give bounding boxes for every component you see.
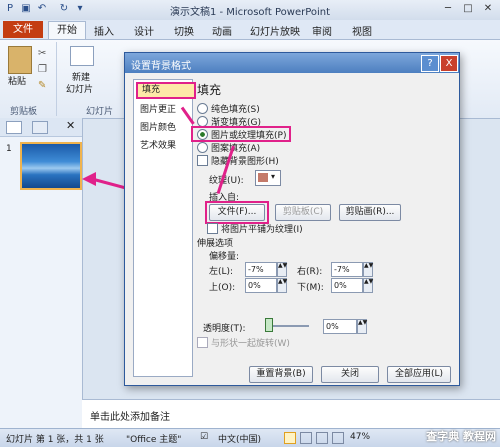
- tab-slideshow[interactable]: 幻灯片放映: [250, 23, 300, 38]
- group-divider: [56, 42, 57, 116]
- right-offset-spinner[interactable]: ▲▼: [363, 262, 373, 277]
- normal-view-icon[interactable]: [284, 432, 296, 444]
- texture-label: 纹理(U):: [209, 176, 244, 186]
- language[interactable]: 中文(中国): [218, 432, 261, 445]
- clipboard-button[interactable]: 剪贴板(C): [275, 204, 331, 221]
- nav-fill[interactable]: 填充: [136, 82, 196, 99]
- slides-tab-icon[interactable]: [6, 121, 22, 134]
- theme-name: "Office 主题": [126, 435, 182, 445]
- clipboard-group-label: 剪贴板: [10, 107, 38, 117]
- pattern-fill-radio[interactable]: [197, 142, 208, 153]
- transparency-field[interactable]: 0%: [323, 319, 357, 334]
- tab-home[interactable]: 开始: [48, 21, 86, 39]
- format-painter-icon[interactable]: ✎: [38, 80, 46, 91]
- tab-view[interactable]: 视图: [352, 23, 372, 38]
- transparency-spinner[interactable]: ▲▼: [357, 319, 367, 334]
- tile-label: 将图片平铺为纹理(I): [221, 225, 303, 235]
- reset-background-button[interactable]: 重置背景(B): [249, 366, 313, 383]
- tab-animations[interactable]: 动画: [212, 23, 232, 38]
- solid-fill-radio[interactable]: [197, 103, 208, 114]
- transparency-slider-thumb[interactable]: [265, 318, 273, 332]
- top-offset-spinner[interactable]: ▲▼: [277, 278, 287, 293]
- close-window-icon[interactable]: ✕: [480, 2, 496, 16]
- slide-thumbnail[interactable]: [20, 142, 82, 190]
- slide-number: 1: [6, 144, 12, 154]
- hide-bg-checkbox[interactable]: [197, 155, 208, 166]
- cut-icon[interactable]: ✂: [38, 48, 46, 59]
- hide-bg-label: 隐藏背景图形(H): [211, 157, 279, 167]
- slideshow-view-icon[interactable]: [332, 432, 344, 444]
- slides-group-label: 幻灯片: [86, 107, 114, 117]
- reading-view-icon[interactable]: [316, 432, 328, 444]
- nav-artistic-effects[interactable]: 艺术效果: [136, 138, 192, 154]
- picture-fill-label: 图片或纹理填充(P): [211, 131, 287, 141]
- copy-icon[interactable]: ❐: [38, 64, 47, 75]
- offset-label: 偏移量:: [209, 252, 240, 262]
- close-button[interactable]: 关闭: [321, 366, 379, 383]
- pattern-fill-label: 图案填充(A): [211, 144, 261, 154]
- stretch-label: 伸展选项: [197, 239, 234, 249]
- minimize-icon[interactable]: ─: [440, 2, 456, 16]
- close-panel-icon[interactable]: ✕: [66, 119, 75, 132]
- tab-file[interactable]: 文件: [3, 21, 43, 38]
- slide-panel-tabs: ✕: [0, 118, 82, 137]
- title-bar: P ▣ ↶ ↻ ▾ 演示文稿1 - Microsoft PowerPoint ─…: [0, 0, 500, 21]
- bottom-offset-field[interactable]: 0%: [331, 278, 363, 293]
- dialog-title: 设置背景格式: [131, 61, 191, 72]
- window-title: 演示文稿1 - Microsoft PowerPoint: [169, 7, 331, 18]
- rotate-checkbox[interactable]: [197, 337, 208, 348]
- right-offset-label: 右(R):: [297, 267, 323, 277]
- zoom-level[interactable]: 47%: [350, 432, 370, 442]
- slide-panel: ✕ 1: [0, 118, 83, 428]
- left-offset-field[interactable]: -7%: [245, 262, 277, 277]
- status-bar: 幻灯片 第 1 张，共 1 张 "Office 主题" ☑ 中文(中国) 47%: [0, 428, 500, 447]
- texture-swatch: [258, 173, 268, 182]
- picture-fill-radio[interactable]: [197, 129, 208, 140]
- new-slide-dropdown[interactable]: 幻灯片: [66, 82, 93, 95]
- help-icon[interactable]: ?: [421, 55, 439, 72]
- notes-placeholder: 单击此处添加备注: [90, 412, 170, 423]
- solid-fill-label: 纯色填充(S): [211, 105, 260, 115]
- bottom-offset-spinner[interactable]: ▲▼: [363, 278, 373, 293]
- paste-icon[interactable]: [8, 46, 32, 74]
- nav-picture-color[interactable]: 图片颜色: [136, 120, 192, 136]
- texture-picker[interactable]: ▾: [255, 170, 281, 186]
- ribbon-tabs: 文件 开始 插入 设计 切换 动画 幻灯片放映 审阅 视图: [0, 20, 500, 40]
- apply-all-button[interactable]: 全部应用(L): [387, 366, 451, 383]
- slide-info: 幻灯片 第 1 张，共 1 张: [6, 435, 104, 445]
- transparency-label: 透明度(T):: [203, 324, 246, 334]
- left-offset-label: 左(L):: [209, 267, 234, 277]
- notes-pane[interactable]: 单击此处添加备注: [82, 399, 500, 429]
- annotation-arrow-head: [82, 172, 96, 186]
- outline-tab-icon[interactable]: [32, 121, 48, 134]
- section-title: 填充: [197, 83, 222, 97]
- tab-transitions[interactable]: 切换: [174, 23, 194, 38]
- watermark: 查字典 教程网: [426, 430, 496, 443]
- right-offset-field[interactable]: -7%: [331, 262, 363, 277]
- rotate-label: 与形状一起旋转(W): [211, 339, 290, 349]
- format-background-dialog: 设置背景格式 ? X 填充 图片更正 图片颜色 艺术效果 填充 纯色填充(S) …: [124, 52, 460, 386]
- tile-checkbox[interactable]: [207, 223, 218, 234]
- file-button[interactable]: 文件(F)...: [209, 204, 265, 221]
- dialog-title-bar: 设置背景格式 ? X: [125, 53, 459, 73]
- tab-review[interactable]: 审阅: [312, 23, 332, 38]
- sorter-view-icon[interactable]: [300, 432, 312, 444]
- maximize-icon[interactable]: □: [460, 2, 476, 16]
- clipart-button[interactable]: 剪贴画(R)...: [339, 204, 401, 221]
- top-offset-field[interactable]: 0%: [245, 278, 277, 293]
- paste-button[interactable]: 粘贴: [8, 74, 26, 87]
- spellcheck-icon[interactable]: ☑: [200, 432, 208, 442]
- dialog-nav: 填充 图片更正 图片颜色 艺术效果: [133, 79, 196, 377]
- chevron-down-icon: ▾: [271, 172, 276, 181]
- top-offset-label: 上(O):: [209, 283, 236, 293]
- tab-design[interactable]: 设计: [134, 23, 154, 38]
- dialog-close-icon[interactable]: X: [440, 55, 458, 72]
- new-slide-icon[interactable]: [70, 46, 94, 66]
- tab-insert[interactable]: 插入: [94, 23, 114, 38]
- bottom-offset-label: 下(M):: [297, 283, 324, 293]
- left-offset-spinner[interactable]: ▲▼: [277, 262, 287, 277]
